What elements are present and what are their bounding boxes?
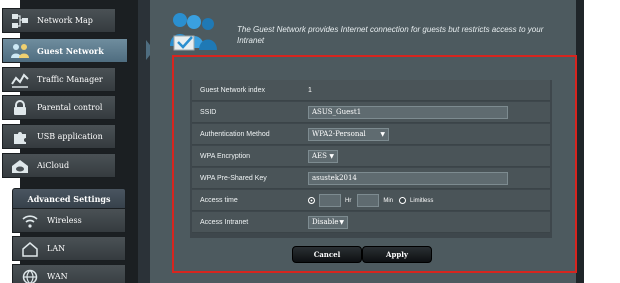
network-map-icon	[9, 12, 31, 30]
advanced-settings-heading: Advanced Settings	[12, 188, 126, 210]
limitless-label: Limitless	[410, 197, 434, 204]
sidebar-item-label: Wireless	[47, 216, 82, 225]
globe-icon	[19, 268, 41, 283]
lock-icon	[9, 99, 31, 117]
sidebar-item-label: Network Map	[37, 16, 93, 25]
auth-method-value: WPA2-Personal	[312, 130, 366, 138]
access-time-hour-input[interactable]	[319, 194, 341, 207]
sidebar-item-traffic-manager[interactable]: Traffic Manager	[2, 67, 116, 92]
ssid-input[interactable]: ASUS_Guest1	[308, 106, 508, 119]
access-intranet-select[interactable]: Disable ▼	[308, 216, 348, 229]
access-time-limitless-radio[interactable]	[399, 197, 407, 204]
sidebar-item-guest-network[interactable]: Guest Network	[2, 38, 128, 63]
row-guest-index: Guest Network index 1	[192, 80, 550, 101]
traffic-manager-icon	[9, 71, 31, 89]
row-access-intranet: Access Intranet Disable ▼	[192, 212, 550, 233]
psk-input[interactable]: asustek2014	[308, 172, 508, 185]
cloud-house-icon	[9, 157, 31, 175]
sidebar-item-label: USB application	[37, 132, 103, 141]
access-time-minute-input[interactable]	[357, 194, 380, 207]
chevron-down-icon: ▼	[329, 153, 334, 160]
psk-label: WPA Pre-Shared Key	[200, 175, 267, 182]
row-auth-method: Authentication Method WPA2-Personal ▼	[192, 124, 550, 145]
right-margin	[584, 0, 620, 283]
cancel-button[interactable]: Cancel	[292, 246, 362, 263]
sidebar-item-lan[interactable]: LAN	[12, 236, 126, 261]
sidebar-item-label: Traffic Manager	[37, 75, 103, 84]
minute-unit-label: Min	[383, 197, 394, 204]
ssid-label: SSID	[200, 109, 217, 116]
sidebar-item-label: AiCloud	[37, 161, 70, 170]
guest-index-value: 1	[308, 87, 312, 94]
access-time-custom-radio[interactable]	[308, 197, 315, 204]
wpa-encryption-label: WPA Encryption	[200, 153, 251, 160]
right-divider	[576, 0, 584, 283]
wpa-encryption-value: AES	[312, 152, 327, 160]
sidebar-item-label: LAN	[47, 244, 66, 253]
row-access-time: Access time Hr Min Limitless	[192, 190, 550, 211]
hour-unit-label: Hr	[345, 197, 352, 204]
sidebar-item-parental-control[interactable]: Parental control	[2, 95, 116, 120]
guest-network-description: The Guest Network provides Internet conn…	[237, 25, 544, 45]
sidebar-item-aicloud[interactable]: AiCloud	[2, 153, 116, 178]
sidebar-item-wan[interactable]: WAN	[12, 264, 126, 283]
access-time-label: Access time	[200, 197, 238, 204]
auth-method-select[interactable]: WPA2-Personal ▼	[308, 128, 389, 141]
row-psk: WPA Pre-Shared Key asustek2014	[192, 168, 550, 189]
sidebar-item-label: Parental control	[37, 103, 103, 112]
chevron-down-icon: ▼	[339, 219, 344, 226]
access-intranet-label: Access Intranet	[200, 219, 249, 226]
sidebar-item-wireless[interactable]: Wireless	[12, 208, 126, 233]
guest-network-icon	[9, 42, 31, 60]
house-icon	[19, 240, 41, 258]
sidebar-item-network-map[interactable]: Network Map	[2, 8, 116, 33]
auth-method-label: Authentication Method	[200, 131, 270, 138]
row-ssid: SSID ASUS_Guest1	[192, 102, 550, 123]
apply-button[interactable]: Apply	[362, 246, 432, 263]
wpa-encryption-select[interactable]: AES ▼	[308, 150, 338, 163]
puzzle-icon	[9, 128, 31, 146]
guest-users-icon	[168, 10, 224, 52]
access-intranet-value: Disable	[312, 218, 339, 226]
row-wpa-encryption: WPA Encryption AES ▼	[192, 146, 550, 167]
guest-index-label: Guest Network index	[200, 87, 265, 94]
wifi-icon	[19, 212, 41, 230]
sidebar-item-label: Guest Network	[37, 45, 104, 56]
sidebar-item-usb-application[interactable]: USB application	[2, 124, 116, 149]
chevron-down-icon: ▼	[380, 131, 385, 138]
sidebar-item-label: WAN	[47, 272, 68, 281]
